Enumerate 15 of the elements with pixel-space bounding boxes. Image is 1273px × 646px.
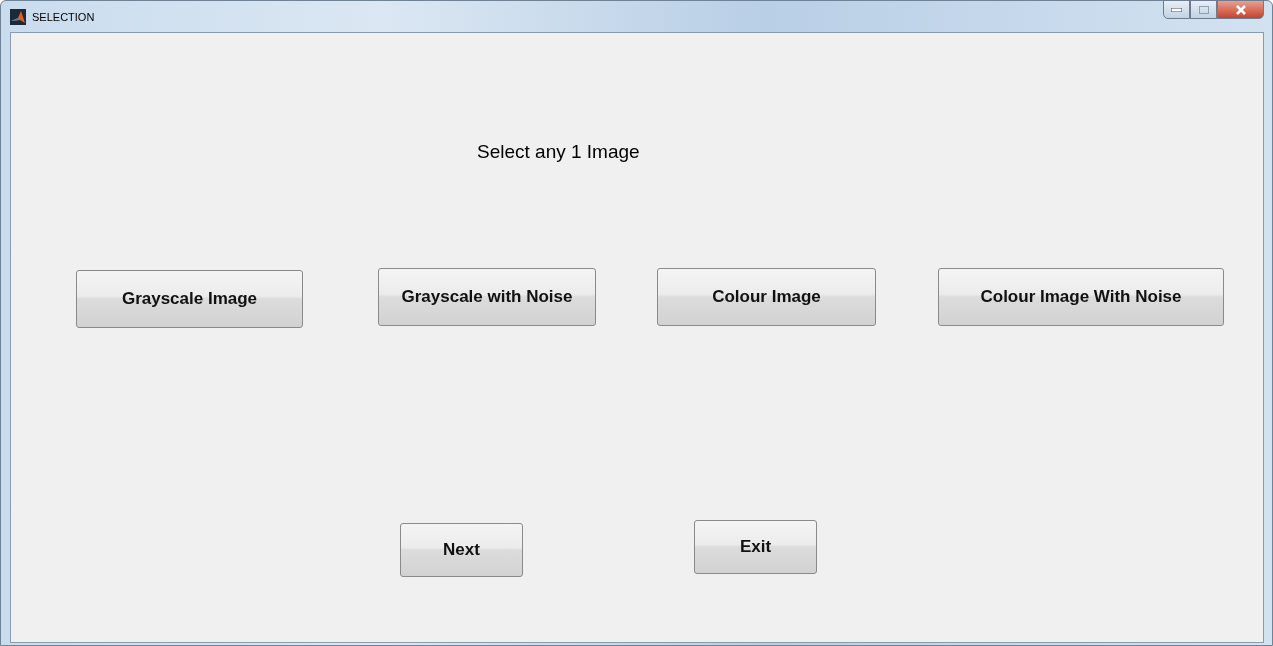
image-option-button[interactable]: Grayscale Image	[76, 270, 303, 328]
maximize-button[interactable]	[1190, 0, 1217, 19]
minimize-icon	[1171, 7, 1182, 12]
close-icon	[1234, 4, 1247, 15]
prompt-text: Select any 1 Image	[477, 141, 640, 163]
close-button[interactable]	[1217, 0, 1264, 19]
next-button[interactable]: Next	[400, 523, 523, 577]
window-title: SELECTION	[32, 10, 95, 23]
maximize-icon	[1198, 5, 1209, 14]
image-option-button[interactable]: Colour Image	[657, 268, 876, 326]
image-option-button[interactable]: Colour Image With Noise	[938, 268, 1224, 326]
minimize-button[interactable]	[1163, 0, 1190, 19]
exit-button[interactable]: Exit	[694, 520, 817, 574]
image-option-button[interactable]: Grayscale with Noise	[378, 268, 596, 326]
app-icon	[10, 8, 26, 25]
